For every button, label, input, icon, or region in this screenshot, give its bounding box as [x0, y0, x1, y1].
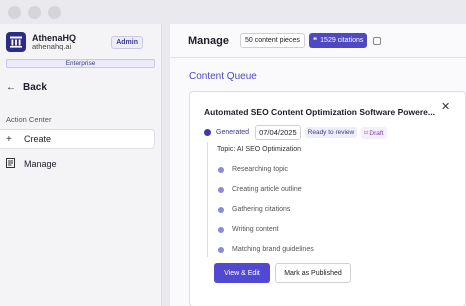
draft-label: Draft [369, 129, 384, 137]
window-minimize-dot[interactable] [28, 6, 41, 19]
window-maximize-dot[interactable] [48, 6, 61, 19]
status-row: Generated 07/04/2025 Ready to review ⌑ D… [204, 125, 387, 140]
citations-label: 1529 citations [320, 37, 364, 44]
review-badge: Ready to review [304, 127, 358, 138]
sidebar-item-label: Manage [24, 159, 57, 169]
status-label: Generated [216, 129, 250, 136]
arrow-left-icon: ← [6, 82, 16, 93]
main-panel: Manage 50 content pieces ❝ 1529 citation… [170, 24, 466, 306]
brand-header: AthenaHQ athenahq.ai Admin [0, 24, 161, 52]
window-close-dot[interactable] [8, 6, 21, 19]
step-dot-icon [218, 246, 224, 253]
step-label: Writing content [232, 226, 279, 233]
progress-step: Creating article outline [218, 186, 302, 193]
content-card: Automated SEO Content Optimization Softw… [189, 91, 466, 306]
mark-published-button[interactable]: Mark as Published [275, 263, 351, 283]
role-badge: Admin [111, 35, 143, 49]
close-icon[interactable]: ✕ [441, 100, 450, 113]
step-label: Gathering citations [232, 206, 291, 213]
topic-label: Topic: AI SEO Optimization [217, 146, 302, 153]
sidebar: AthenaHQ athenahq.ai Admin Enterprise ← … [0, 24, 162, 306]
building-icon [6, 32, 26, 52]
document-icon [6, 157, 18, 171]
org-domain: athenahq.ai [32, 41, 72, 51]
progress-step: Gathering citations [218, 206, 290, 213]
quote-icon: ❝ [312, 36, 318, 45]
step-dot-icon [218, 186, 224, 193]
content-count-badge: 50 content pieces [239, 33, 305, 48]
sidebar-item-label: Create [24, 134, 52, 144]
step-dot-icon [218, 226, 224, 233]
step-label: Researching topic [232, 166, 289, 173]
citations-badge[interactable]: ❝ 1529 citations [308, 33, 368, 48]
panel-icon[interactable] [373, 36, 382, 45]
window-controls [0, 0, 170, 24]
section-label: Action Center [6, 115, 52, 124]
back-button[interactable]: ← Back [0, 68, 161, 93]
draft-badge: ⌑ Draft [361, 126, 387, 139]
status-dot-icon [204, 129, 211, 136]
card-title: Automated SEO Content Optimization Softw… [204, 107, 435, 117]
section-title: Content Queue [189, 71, 257, 82]
page-title: Manage [188, 34, 229, 47]
sidebar-item-manage[interactable]: Manage [0, 154, 155, 174]
plus-icon: + [6, 133, 12, 145]
date-badge: 07/04/2025 [255, 125, 301, 140]
sidebar-item-create[interactable]: + Create [0, 129, 155, 149]
view-edit-button[interactable]: View & Edit [214, 263, 270, 283]
step-label: Creating article outline [232, 186, 302, 193]
plan-badge: Enterprise [6, 59, 155, 68]
step-dot-icon [218, 166, 224, 173]
progress-step: Researching topic [218, 166, 288, 173]
top-bar: Manage 50 content pieces ❝ 1529 citation… [170, 24, 466, 58]
step-label: Matching brand guidelines [232, 246, 314, 253]
back-label: Back [23, 82, 47, 93]
progress-step: Writing content [218, 226, 279, 233]
progress-step: Matching brand guidelines [218, 246, 314, 253]
step-dot-icon [218, 206, 224, 213]
timeline-line [207, 142, 208, 257]
